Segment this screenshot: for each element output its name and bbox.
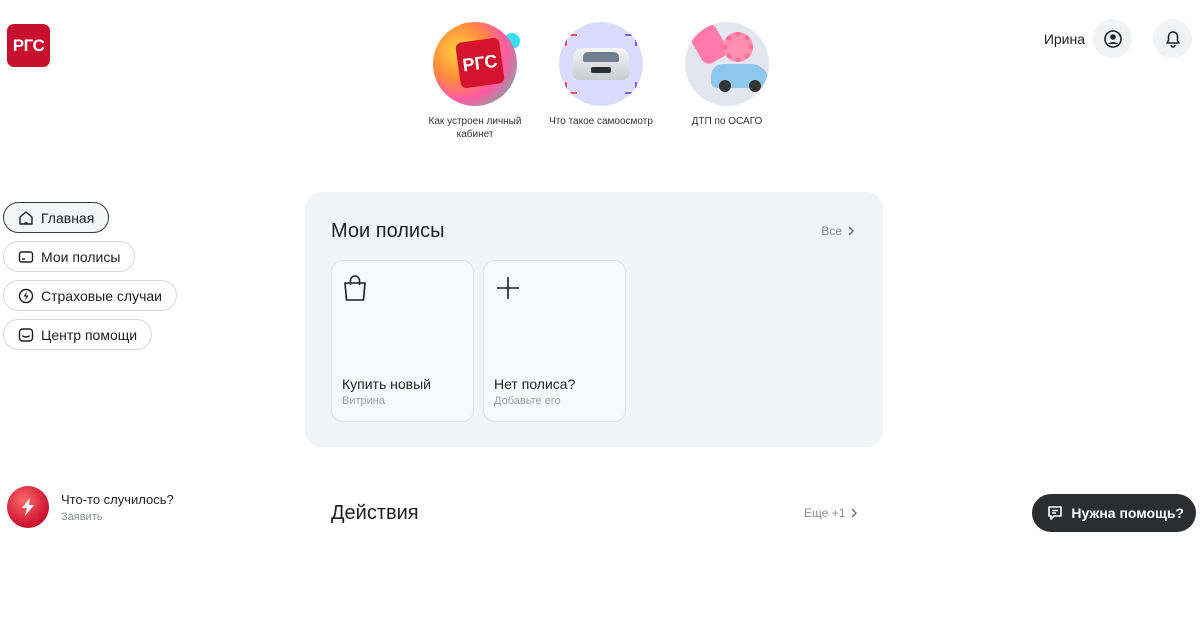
sidebar-item-label: Страховые случаи [41,287,162,304]
story-thumbnail[interactable]: РГС [433,22,517,106]
card-subtitle: Добавьте его [494,395,561,407]
story-thumbnail[interactable] [685,22,769,106]
frame-corner [625,34,637,46]
sidebar-item-label: Центр помощи [41,326,138,343]
sidebar-item-insurance-cases[interactable]: Страховые случаи [3,280,177,311]
help-button[interactable]: Нужна помощь? [1032,494,1196,532]
more-label: Еще +1 [804,506,846,520]
buy-new-policy-card[interactable]: Купить новый Витрина [331,260,474,422]
plus-icon [494,274,522,307]
car-illustration [573,48,629,80]
incident-text: Что-то случилось? Заявить [61,492,174,523]
car-illustration [711,64,769,92]
stories-row: РГС Как устроен личный кабинет Что такое… [412,22,790,141]
actions-title: Действия [331,502,419,524]
sidebar-item-help-center[interactable]: Центр помощи [3,319,153,350]
chevron-right-icon [851,508,858,518]
story-osago-accident[interactable]: ДТП по ОСАГО [664,22,790,141]
bell-icon [1165,30,1180,48]
lightning-icon [7,486,49,528]
home-icon [17,209,35,227]
inbox-icon [17,326,35,344]
see-all-label: Все [821,224,842,238]
notifications-button[interactable] [1153,19,1192,58]
card-title: Купить новый [342,376,431,392]
card-icon [17,248,35,266]
report-incident-link[interactable]: Что-то случилось? Заявить [7,486,174,528]
add-policy-card[interactable]: Нет полиса? Добавьте его [483,260,626,422]
frame-corner [565,34,577,46]
sidebar-nav: Главная Мои полисы Страховые случаи Цент… [3,202,177,350]
sidebar-item-policies[interactable]: Мои полисы [3,241,136,272]
sidebar-item-home[interactable]: Главная [3,202,110,233]
frame-corner [625,82,637,94]
story-thumbnail[interactable] [559,22,643,106]
policies-see-all-link[interactable]: Все [821,224,855,238]
lightning-icon [17,287,35,305]
story-label: Как устроен личный кабинет [428,116,522,140]
card-subtitle: Витрина [342,395,385,407]
profile-button[interactable] [1093,19,1132,58]
brand-logo[interactable]: РГС [7,24,50,67]
policies-panel: Мои полисы Все Купить новый Витрина Нет … [305,192,883,447]
story-label: Что такое самоосмотр [549,116,653,127]
user-circle-icon [1103,29,1122,48]
story-personal-account[interactable]: РГС Как устроен личный кабинет [412,22,538,141]
chevron-right-icon [848,226,854,236]
incident-subtitle: Заявить [61,510,103,523]
user-menu[interactable]: Ирина [1044,19,1132,58]
shopping-bag-icon [342,274,368,307]
sidebar-item-label: Мои полисы [41,248,121,265]
card-title: Нет полиса? [494,376,576,392]
story-label: ДТП по ОСАГО [691,116,763,127]
gear-illustration [723,32,753,62]
chat-icon [1048,506,1063,520]
frame-corner [565,82,577,94]
story-brand-badge: РГС [455,37,505,89]
policies-title: Мои полисы [331,220,445,242]
sidebar-item-label: Главная [41,209,95,226]
help-button-label: Нужна помощь? [1071,505,1184,521]
incident-title: Что-то случилось? [61,491,174,507]
user-name[interactable]: Ирина [1044,31,1085,47]
story-self-inspection[interactable]: Что такое самоосмотр [538,22,664,141]
actions-more-link[interactable]: Еще +1 [804,506,858,520]
